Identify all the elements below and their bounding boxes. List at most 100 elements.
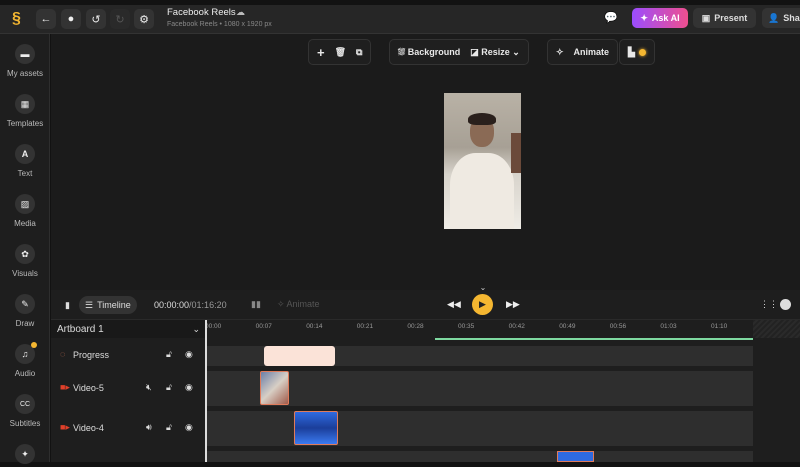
sidebar-item-visuals[interactable]: ✿ Visuals [0, 244, 50, 278]
sidebar-label: Visuals [12, 269, 38, 278]
cc-icon: CC [15, 394, 35, 414]
color-styles-button[interactable]: ▙ [619, 39, 655, 65]
video-4-clip[interactable] [294, 411, 338, 445]
track-lane-video-4 [207, 411, 753, 446]
ask-ai-label: Ask AI [651, 13, 680, 23]
share-button[interactable]: 👤 Sha [762, 8, 800, 28]
volume-icon[interactable]: 🔊︎ [146, 422, 152, 433]
animate-icon: ✧ [556, 46, 564, 57]
current-time: 00:00:00 [154, 300, 190, 310]
music-icon: ♫ [15, 342, 37, 364]
split-icon[interactable]: ▮▮ [251, 299, 261, 310]
sidebar-label: Audio [14, 369, 36, 378]
play-button[interactable]: ▶ [472, 294, 493, 315]
eye-icon[interactable]: ◉ [185, 422, 193, 433]
list-icon: ☰ [85, 299, 94, 310]
grid-icon[interactable]: ⋮⋮ [760, 299, 778, 310]
artboard-preview[interactable] [444, 93, 521, 229]
add-icon[interactable]: + [317, 45, 325, 60]
sidebar-item-magic[interactable]: ✦ [0, 444, 50, 464]
sidebar-label: Draw [15, 319, 35, 328]
redo-button[interactable]: ↻ [110, 9, 130, 29]
comment-icon[interactable]: 💬 [604, 11, 618, 24]
share-user-icon: 👤 [768, 12, 780, 23]
time-tick: 01:10 [711, 323, 728, 330]
track-lane-next [207, 451, 753, 462]
settings-button[interactable]: ⚙ [134, 9, 154, 29]
eye-icon[interactable]: ◉ [185, 349, 193, 360]
timeline-animate-label: Animate [286, 299, 320, 309]
ask-ai-button[interactable]: ✦ Ask AI [632, 8, 688, 28]
person-hair [468, 113, 496, 125]
notification-dot [31, 342, 37, 348]
templates-icon: ▦ [15, 94, 35, 114]
sidebar-item-draw[interactable]: ✎ Draw [0, 294, 50, 328]
undo-button[interactable]: ↺ [86, 9, 106, 29]
sidebar-item-my-assets[interactable]: ▬ My assets [0, 44, 50, 78]
progress-range-bar [435, 338, 753, 340]
background-button[interactable]: ⛆ Background [398, 47, 460, 58]
lock-icon[interactable]: 🔓︎ [166, 382, 172, 393]
time-tick: 01:03 [660, 323, 677, 330]
design-subtitle: Facebook Reels • 1080 x 1920 px [167, 21, 272, 28]
element-actions: + 🗑 ⧉ [308, 39, 372, 65]
person-body [450, 153, 514, 229]
time-tick: 00:28 [407, 323, 424, 330]
design-actions: ⛆ Background ◪ Resize ⌄ [389, 39, 529, 65]
grid-view-icon[interactable]: ▮ [65, 300, 70, 311]
bookshelf [511, 133, 521, 173]
artboard-select[interactable]: Artboard 1 ⌄ [51, 320, 206, 338]
play-icon: ▶ [479, 299, 486, 309]
zoom-slider[interactable] [780, 299, 791, 310]
cloud-saved-icon: ☁ [236, 7, 245, 17]
canvas-area [51, 34, 800, 290]
rewind-icon[interactable]: ◀◀ [447, 299, 461, 310]
top-bar: § ← ● ↺ ↻ ⚙ Facebook Reels ☁ Facebook Re… [0, 5, 800, 34]
sidebar-item-templates[interactable]: ▦ Templates [0, 94, 50, 128]
share-label: Sha [783, 13, 800, 23]
video-clip-partial[interactable] [557, 451, 594, 462]
sidebar-item-audio[interactable]: ♫ Audio [0, 342, 50, 378]
time-tick: 00:00 [205, 323, 222, 330]
styles-icon: ▙ [628, 46, 635, 57]
folder-icon: ▬ [15, 44, 35, 64]
total-time: /01:16:20 [189, 300, 227, 310]
color-dot [638, 48, 646, 56]
sidebar-item-media[interactable]: ▨ Media [0, 194, 50, 228]
track-name: Progress [73, 350, 110, 360]
timeline-toggle[interactable]: ☰ Timeline [79, 296, 137, 314]
timeline-label: Timeline [97, 300, 131, 310]
back-button[interactable]: ← [36, 9, 56, 29]
sparkle-icon: ✦ [15, 444, 35, 464]
chevron-down-icon: ⌄ [192, 323, 200, 334]
lock-icon[interactable]: 🔓︎ [166, 422, 172, 433]
sidebar-item-text[interactable]: A Text [0, 144, 50, 178]
artboard-label: Artboard 1 [57, 323, 104, 335]
design-title[interactable]: Facebook Reels [167, 7, 236, 18]
animate-label: Animate [573, 47, 610, 57]
eye-icon[interactable]: ◉ [185, 382, 193, 393]
sidebar-label: Media [14, 219, 36, 228]
time-tick: 00:14 [306, 323, 323, 330]
timeline-animate-button[interactable]: ✧ Animate [277, 299, 320, 310]
brush-icon: ✎ [15, 294, 35, 314]
muted-icon[interactable]: 🔇︎ [146, 382, 152, 393]
image-icon: ▨ [15, 194, 35, 214]
delete-icon[interactable]: 🗑 [335, 47, 346, 58]
time-tick: 00:35 [458, 323, 475, 330]
animate-button[interactable]: ✧ Animate [547, 39, 619, 65]
fast-forward-icon[interactable]: ▶▶ [506, 299, 520, 310]
sidebar-label: Templates [6, 119, 44, 128]
resize-button[interactable]: ◪ Resize ⌄ [470, 47, 520, 58]
history-button[interactable]: ● [61, 9, 81, 29]
lock-icon[interactable]: 🔓︎ [166, 349, 172, 360]
duplicate-icon[interactable]: ⧉ [356, 47, 362, 58]
time-tick: 00:42 [508, 323, 525, 330]
logo-icon[interactable]: § [12, 10, 21, 28]
timeline-end-hatch [753, 320, 800, 338]
video-5-clip[interactable] [260, 371, 289, 405]
sidebar-item-subtitles[interactable]: CC Subtitles [0, 394, 50, 428]
progress-clip[interactable] [264, 346, 335, 366]
present-button[interactable]: ▣ Present [693, 8, 756, 28]
playhead[interactable] [205, 320, 207, 462]
